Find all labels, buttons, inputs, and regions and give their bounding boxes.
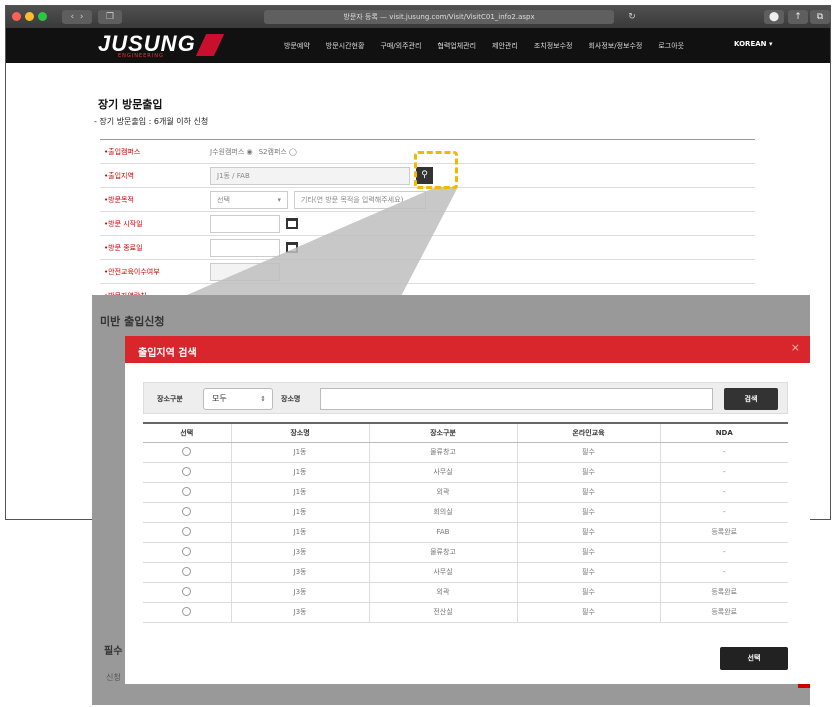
place-type-cell: 외곽 [368, 582, 517, 603]
place-type-cell: 물류창고 [368, 442, 517, 463]
select-radio[interactable] [182, 566, 192, 576]
place-type-cell: 전산실 [368, 602, 517, 623]
background-label: 필수 [104, 646, 123, 657]
place-name-cell: J1동 [230, 522, 369, 543]
table-row[interactable]: J3동 물류창고 필수 - [143, 542, 788, 563]
online-edu-cell: 필수 [516, 602, 660, 623]
place-name-input[interactable] [320, 388, 713, 410]
place-type-cell: 물류창고 [368, 542, 517, 563]
nda-cell: - [659, 502, 788, 523]
table-row[interactable]: J1동 회의실 필수 - [143, 502, 788, 523]
search-highlight-box [414, 151, 458, 189]
column-header: 장소명 [230, 422, 369, 443]
online-edu-cell: 필수 [516, 462, 660, 483]
place-name-label: 장소명 [281, 395, 301, 403]
online-edu-cell: 필수 [516, 482, 660, 503]
nda-cell: 등록완료 [659, 602, 788, 623]
table-row[interactable]: J1동 FAB 필수 등록완료 [143, 522, 788, 543]
close-icon[interactable]: × [791, 341, 800, 354]
place-results-table: 선택 장소명 장소구분 온라인교육 NDA J1동 물류창고 필수 - J1동 … [143, 422, 788, 623]
select-radio[interactable] [182, 606, 192, 616]
area-search-modal: 출입지역 검색 × 장소구분 모두 ⇕ 장소명 검색 선택 장소명 장소구분 온… [125, 336, 810, 684]
select-arrows-icon: ⇕ [260, 395, 266, 403]
modal-title: 출입지역 검색 [138, 348, 197, 359]
place-name-cell: J1동 [230, 442, 369, 463]
online-edu-cell: 필수 [516, 522, 660, 543]
nda-cell: - [659, 482, 788, 503]
place-name-cell: J3동 [230, 582, 369, 603]
select-radio[interactable] [182, 506, 192, 516]
background-label: 신청 [106, 673, 121, 682]
nda-cell: 등록완료 [659, 582, 788, 603]
table-row[interactable]: J1동 사무실 필수 - [143, 462, 788, 483]
select-radio[interactable] [182, 466, 192, 476]
column-header: 온라인교육 [516, 422, 660, 443]
search-bar: 장소구분 모두 ⇕ 장소명 검색 [143, 382, 788, 414]
select-radio[interactable] [182, 586, 192, 596]
select-radio[interactable] [182, 546, 192, 556]
table-row[interactable]: J3동 사무실 필수 - [143, 562, 788, 583]
search-button[interactable]: 검색 [724, 388, 778, 410]
table-row[interactable]: J3동 전산실 필수 등록완료 [143, 602, 788, 623]
modal-header: 출입지역 검색 × [125, 336, 810, 363]
nda-cell: 등록완료 [659, 522, 788, 543]
place-type-cell: 사무실 [368, 562, 517, 583]
zoom-beam [180, 187, 458, 298]
online-edu-cell: 필수 [516, 582, 660, 603]
place-type-cell: 사무실 [368, 462, 517, 483]
table-row[interactable]: J3동 외곽 필수 등록완료 [143, 582, 788, 603]
select-radio[interactable] [182, 446, 192, 456]
confirm-select-button[interactable]: 선택 [720, 647, 788, 670]
place-type-cell: 회의실 [368, 502, 517, 523]
place-name-cell: J3동 [230, 602, 369, 623]
nda-cell: - [659, 442, 788, 463]
table-header-row: 선택 장소명 장소구분 온라인교육 NDA [143, 422, 788, 443]
background-heading: 미반 출입신청 [100, 315, 165, 328]
page-root: ‹ › ❐ 방문자 등록 — visit.jusung.com/Visit/Vi… [0, 0, 837, 707]
place-type-select[interactable]: 모두 ⇕ [203, 388, 273, 410]
column-header: 장소구분 [368, 422, 517, 443]
column-header: NDA [659, 422, 788, 443]
nda-cell: - [659, 562, 788, 583]
nda-cell: - [659, 462, 788, 483]
place-name-cell: J3동 [230, 562, 369, 583]
select-radio[interactable] [182, 526, 192, 536]
select-radio[interactable] [182, 486, 192, 496]
online-edu-cell: 필수 [516, 502, 660, 523]
online-edu-cell: 필수 [516, 542, 660, 563]
place-name-cell: J1동 [230, 502, 369, 523]
online-edu-cell: 필수 [516, 442, 660, 463]
place-type-cell: 외곽 [368, 482, 517, 503]
column-header: 선택 [143, 422, 231, 443]
online-edu-cell: 필수 [516, 562, 660, 583]
place-type-label: 장소구분 [157, 395, 183, 403]
place-type-value: 모두 [212, 394, 227, 403]
place-type-cell: FAB [368, 522, 517, 543]
place-name-cell: J1동 [230, 462, 369, 483]
table-row[interactable]: J1동 외곽 필수 - [143, 482, 788, 503]
nda-cell: - [659, 542, 788, 563]
table-row[interactable]: J1동 물류창고 필수 - [143, 442, 788, 463]
place-name-cell: J3동 [230, 542, 369, 563]
place-name-cell: J1동 [230, 482, 369, 503]
